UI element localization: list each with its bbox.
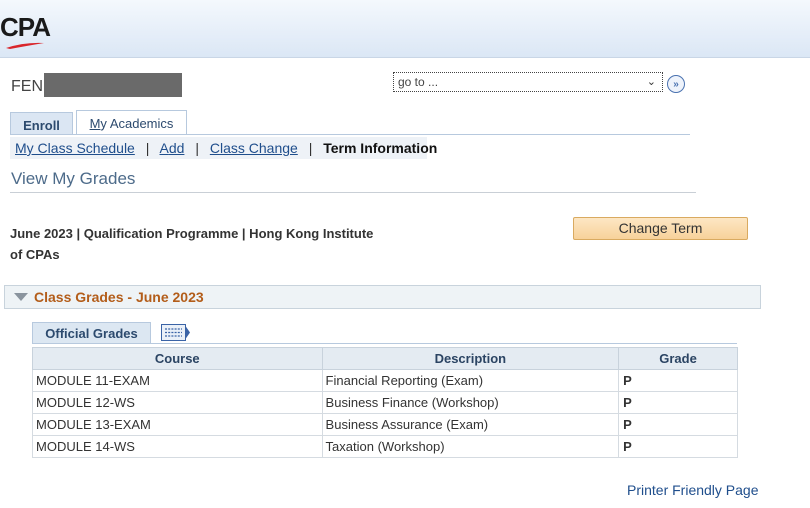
term-info-line1: June 2023 | Qualification Programme | Ho… bbox=[10, 226, 374, 241]
link-class-change[interactable]: Class Change bbox=[210, 140, 298, 156]
table-row: MODULE 12-WS Business Finance (Workshop)… bbox=[32, 391, 738, 414]
table-row: MODULE 11-EXAM Financial Reporting (Exam… bbox=[32, 369, 738, 392]
cell-course: MODULE 13-EXAM bbox=[32, 413, 323, 436]
cell-grade: P bbox=[618, 391, 738, 414]
goto-button[interactable]: » bbox=[667, 75, 685, 93]
cell-description: Taxation (Workshop) bbox=[321, 435, 620, 458]
double-chevron-right-icon: » bbox=[673, 78, 679, 90]
column-header-course[interactable]: Course bbox=[32, 347, 323, 370]
column-header-description[interactable]: Description bbox=[321, 347, 620, 370]
link-my-class-schedule-rest: y Class Schedule bbox=[26, 140, 135, 156]
subnav-current-term-information: Term Information bbox=[323, 140, 438, 156]
grid-tab-divider bbox=[32, 343, 737, 344]
subnav: My Class Schedule | Add | Class Change |… bbox=[10, 137, 437, 159]
subnav-separator: | bbox=[195, 140, 199, 156]
grades-table: Course Description Grade MODULE 11-EXAM … bbox=[32, 347, 738, 458]
tab-official-grades[interactable]: Official Grades bbox=[32, 322, 151, 344]
cell-grade: P bbox=[618, 435, 738, 458]
term-info-line2: of CPAs bbox=[10, 247, 60, 262]
class-grades-section-header[interactable]: Class Grades - June 2023 bbox=[4, 285, 761, 309]
header-banner: CPA bbox=[0, 0, 810, 58]
cell-description: Business Finance (Workshop) bbox=[321, 391, 620, 414]
goto-select[interactable]: go to ... ⌄ bbox=[393, 72, 663, 92]
cpa-logo: CPA bbox=[0, 12, 51, 42]
tab-divider bbox=[10, 134, 690, 135]
tab-my-academics[interactable]: My Academics bbox=[76, 110, 187, 135]
cell-description: Business Assurance (Exam) bbox=[321, 413, 620, 436]
grades-header-row: Course Description Grade bbox=[32, 347, 738, 370]
tab-my-academics-accesskey: M bbox=[89, 116, 101, 131]
page-title: View My Grades bbox=[11, 169, 136, 188]
user-name: FEN bbox=[11, 78, 43, 95]
subnav-separator: | bbox=[145, 140, 150, 156]
link-my-class-schedule[interactable]: My Class Schedule bbox=[15, 140, 135, 156]
section-title: Class Grades - June 2023 bbox=[34, 289, 204, 305]
goto-select-value: go to ... bbox=[398, 75, 439, 89]
triangle-down-icon[interactable] bbox=[14, 293, 28, 301]
redacted-name-block bbox=[44, 73, 182, 97]
title-divider bbox=[10, 192, 696, 193]
tab-enroll-label: Enroll bbox=[23, 118, 60, 133]
link-class-change-rest: lass Change bbox=[219, 140, 298, 156]
link-my-class-schedule-first: M bbox=[15, 140, 27, 156]
grid-view-icon[interactable] bbox=[161, 324, 191, 341]
cell-description: Financial Reporting (Exam) bbox=[321, 369, 620, 392]
term-info: June 2023 | Qualification Programme | Ho… bbox=[10, 223, 410, 265]
column-header-grade[interactable]: Grade bbox=[618, 347, 738, 370]
link-add-first: A bbox=[159, 140, 169, 156]
printer-friendly-link[interactable]: Printer Friendly Page bbox=[627, 482, 759, 498]
cell-grade: P bbox=[618, 413, 738, 436]
chevron-down-icon: ⌄ bbox=[646, 76, 656, 88]
cell-grade: P bbox=[618, 369, 738, 392]
tab-enroll[interactable]: Enroll bbox=[10, 112, 73, 135]
cell-course: MODULE 11-EXAM bbox=[32, 369, 323, 392]
subnav-separator: | bbox=[308, 140, 313, 156]
cell-course: MODULE 12-WS bbox=[32, 391, 323, 414]
link-class-change-first: C bbox=[209, 140, 220, 156]
change-term-button[interactable]: Change Term bbox=[573, 217, 748, 240]
table-row: MODULE 13-EXAM Business Assurance (Exam)… bbox=[32, 413, 738, 436]
cell-course: MODULE 14-WS bbox=[32, 435, 323, 458]
link-add-rest: dd bbox=[168, 140, 185, 156]
logo-swoosh-icon bbox=[6, 42, 44, 49]
table-row: MODULE 14-WS Taxation (Workshop) P bbox=[32, 435, 738, 458]
link-add[interactable]: Add bbox=[160, 140, 185, 156]
tab-my-academics-label: y Academics bbox=[100, 116, 174, 131]
